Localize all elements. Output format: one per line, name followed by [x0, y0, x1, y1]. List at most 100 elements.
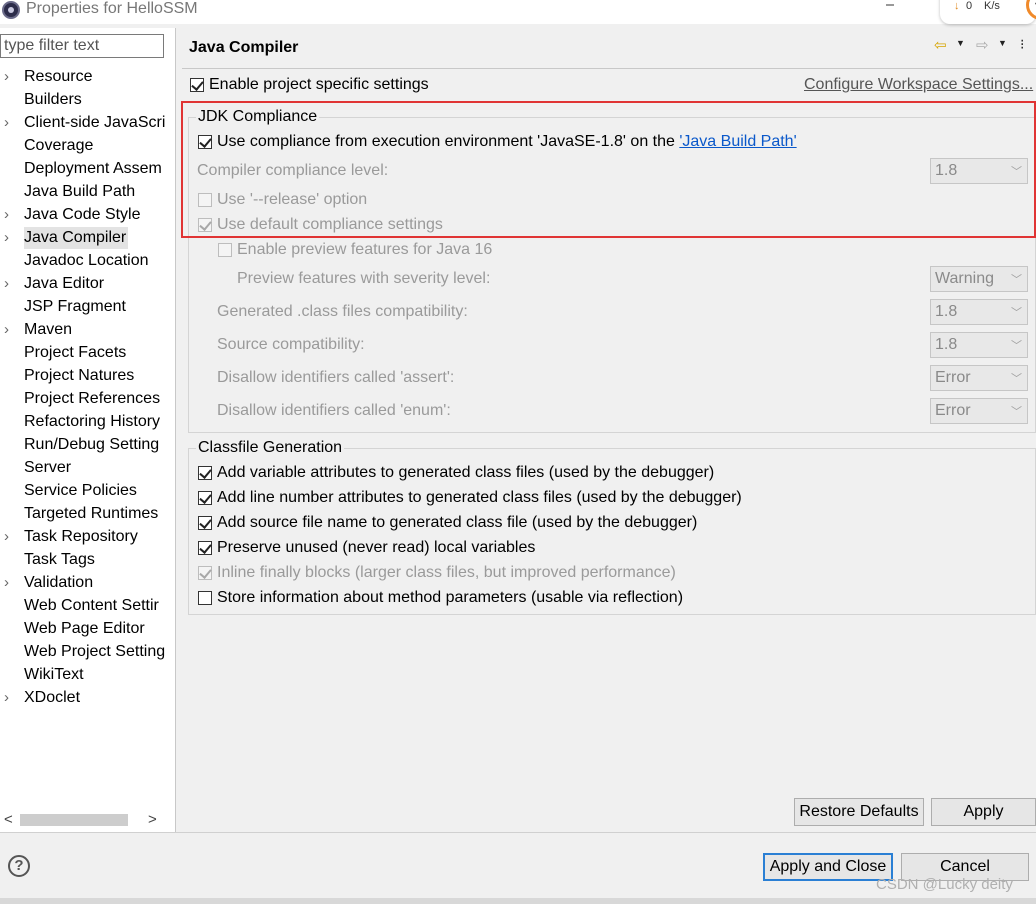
help-icon[interactable]: ?: [8, 855, 30, 877]
back-arrow-icon[interactable]: ⇦: [934, 36, 947, 54]
tree-horizontal-scrollbar[interactable]: < >: [0, 810, 175, 830]
enum-ids-combo[interactable]: Error ﹀: [930, 398, 1028, 424]
release-option-checkbox[interactable]: [198, 193, 212, 207]
tree-item[interactable]: Web Content Settir: [0, 595, 175, 618]
tree-item[interactable]: Java Build Path: [0, 181, 175, 204]
classfile-option-label: Preserve unused (never read) local varia…: [217, 539, 536, 556]
tree-item-label: Client-side JavaScri: [24, 114, 166, 131]
tree-item[interactable]: Coverage: [0, 135, 175, 158]
tree-item[interactable]: WikiText: [0, 664, 175, 687]
classfile-option-checkbox[interactable]: [198, 516, 212, 530]
tree-item[interactable]: Builders: [0, 89, 175, 112]
apply-and-close-button[interactable]: Apply and Close: [763, 853, 893, 881]
classfile-option-checkbox[interactable]: [198, 541, 212, 555]
footer-separator: [0, 832, 1036, 833]
expand-chevron-icon[interactable]: ›: [4, 572, 18, 594]
tree-item[interactable]: › Maven: [0, 319, 175, 342]
source-compat-label: Source compatibility:: [217, 336, 365, 353]
back-dropdown-icon[interactable]: ▼: [956, 38, 965, 48]
source-compat-combo[interactable]: 1.8 ﹀: [930, 332, 1028, 358]
enable-specific-label: Enable project specific settings: [209, 76, 429, 93]
expand-chevron-icon[interactable]: ›: [4, 273, 18, 295]
tree-item[interactable]: Service Policies: [0, 480, 175, 503]
tree-item[interactable]: Server: [0, 457, 175, 480]
scrollbar-thumb[interactable]: [20, 814, 128, 826]
tree-item[interactable]: Refactoring History: [0, 411, 175, 434]
minimize-icon[interactable]: [886, 4, 894, 6]
page-title: Java Compiler: [189, 39, 299, 56]
classfile-generation-title: Classfile Generation: [196, 439, 345, 457]
left-panel: › Resource Builders › Client-side JavaScri Co…: [0, 28, 175, 832]
chevron-down-icon: ﹀: [1011, 406, 1022, 418]
tree-item[interactable]: › XDoclet: [0, 687, 175, 710]
enable-specific-checkbox[interactable]: [190, 78, 204, 92]
classfile-option-label: Add variable attributes to generated cla…: [217, 464, 715, 481]
forward-dropdown-icon[interactable]: ▼: [998, 38, 1007, 48]
tree-item-label: Web Page Editor: [24, 620, 145, 637]
classfile-option-label: Inline finally blocks (larger class file…: [217, 564, 676, 581]
tree-item-label: Java Code Style: [24, 206, 141, 223]
compliance-level-combo[interactable]: 1.8 ﹀: [930, 158, 1028, 184]
tree-item[interactable]: Project Natures: [0, 365, 175, 388]
preview-features-label: Enable preview features for Java 16: [237, 241, 493, 258]
expand-chevron-icon[interactable]: ›: [4, 112, 18, 134]
window-title: Properties for HelloSSM: [26, 0, 198, 17]
expand-chevron-icon[interactable]: ›: [4, 687, 18, 709]
java-build-path-link[interactable]: 'Java Build Path': [679, 133, 796, 150]
restore-defaults-button[interactable]: Restore Defaults: [794, 798, 924, 826]
scroll-left-icon[interactable]: <: [4, 811, 13, 828]
apply-button[interactable]: Apply: [931, 798, 1036, 826]
classfile-option-checkbox[interactable]: [198, 491, 212, 505]
net-ring-icon: J: [1026, 0, 1036, 20]
tree-item-label: Service Policies: [24, 482, 137, 499]
expand-chevron-icon[interactable]: ›: [4, 66, 18, 88]
tree-item[interactable]: Javadoc Location: [0, 250, 175, 273]
classfile-option-checkbox[interactable]: [198, 566, 212, 580]
preview-features-checkbox[interactable]: [218, 243, 232, 257]
tree-item[interactable]: Project Facets: [0, 342, 175, 365]
classfile-option-checkbox[interactable]: [198, 591, 212, 605]
expand-chevron-icon[interactable]: ›: [4, 204, 18, 226]
view-menu-icon[interactable]: ⁝: [1020, 36, 1024, 53]
tree-item-label: Web Content Settir: [24, 597, 159, 614]
assert-ids-combo[interactable]: Error ﹀: [930, 365, 1028, 391]
tree-item[interactable]: › Java Editor: [0, 273, 175, 296]
configure-workspace-link[interactable]: Configure Workspace Settings...: [804, 76, 1033, 94]
default-compliance-checkbox[interactable]: [198, 218, 212, 232]
expand-chevron-icon[interactable]: ›: [4, 526, 18, 548]
tree-item[interactable]: › Resource: [0, 66, 175, 89]
tree-item[interactable]: Deployment Assem: [0, 158, 175, 181]
tree-item[interactable]: › Client-side JavaScri: [0, 112, 175, 135]
use-compliance-text: Use compliance from execution environmen…: [217, 133, 680, 150]
use-compliance-checkbox[interactable]: [198, 135, 212, 149]
classfile-option-checkbox[interactable]: [198, 466, 212, 480]
expand-chevron-icon[interactable]: ›: [4, 227, 18, 249]
scroll-right-icon[interactable]: >: [148, 811, 157, 828]
tree-item[interactable]: Task Tags: [0, 549, 175, 572]
release-option-label: Use '--release' option: [217, 191, 368, 208]
tree-item[interactable]: › Java Code Style: [0, 204, 175, 227]
tree-item-label: XDoclet: [24, 689, 81, 706]
tree-item[interactable]: Run/Debug Setting: [0, 434, 175, 457]
tree-item-label: JSP Fragment: [24, 298, 126, 315]
tree-item[interactable]: JSP Fragment: [0, 296, 175, 319]
tree-item[interactable]: › Validation: [0, 572, 175, 595]
watermark-text: CSDN @Lucky deity: [876, 876, 1013, 893]
tree-item-label: Javadoc Location: [24, 252, 149, 269]
class-compat-combo[interactable]: 1.8 ﹀: [930, 299, 1028, 325]
tree-item[interactable]: Web Project Setting: [0, 641, 175, 664]
expand-chevron-icon[interactable]: ›: [4, 319, 18, 341]
chevron-down-icon: ﹀: [1011, 307, 1022, 319]
tree-item[interactable]: › Java Compiler: [0, 227, 175, 250]
tree-item-label: Deployment Assem: [24, 160, 162, 177]
panel-splitter[interactable]: [175, 28, 176, 832]
tree-item[interactable]: Project References: [0, 388, 175, 411]
tree-item[interactable]: Targeted Runtimes: [0, 503, 175, 526]
tree-item[interactable]: › Task Repository: [0, 526, 175, 549]
net-speed-unit: K/s: [984, 0, 1000, 12]
filter-input[interactable]: [0, 34, 164, 58]
forward-arrow-icon[interactable]: ⇨: [976, 36, 989, 54]
tree-item-label: Project Natures: [24, 367, 135, 384]
tree-item[interactable]: Web Page Editor: [0, 618, 175, 641]
preview-severity-combo[interactable]: Warning ﹀: [930, 266, 1028, 292]
